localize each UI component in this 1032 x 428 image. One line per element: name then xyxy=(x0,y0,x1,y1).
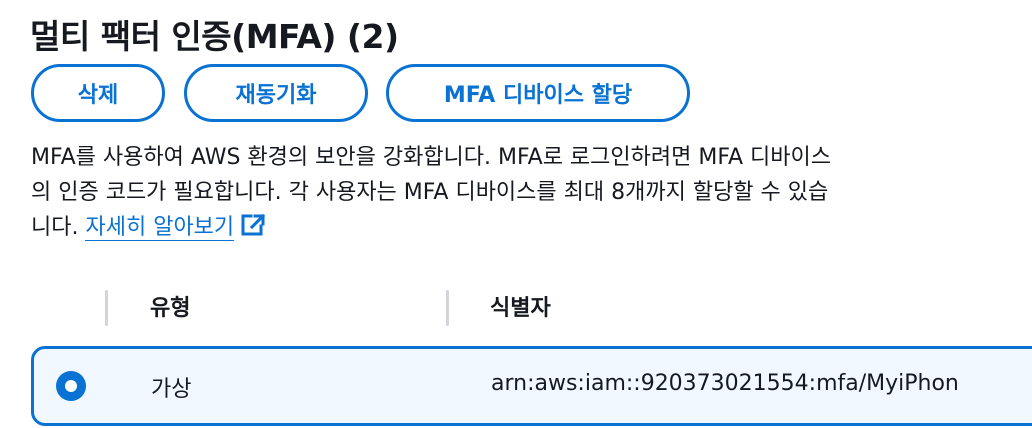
section-title: 멀티 팩터 인증(MFA) (2) xyxy=(30,17,399,56)
row-select-radio[interactable] xyxy=(56,371,86,401)
radio-selected-dot xyxy=(65,380,77,392)
delete-button[interactable]: 삭제 xyxy=(31,64,165,122)
description-line: MFA를 사용하여 AWS 환경의 보안을 강화합니다. MFA로 로그인하려면… xyxy=(31,145,831,170)
column-header-identifier[interactable]: 식별자 xyxy=(490,290,551,322)
mfa-description: MFA를 사용하여 AWS 환경의 보안을 강화합니다. MFA로 로그인하려면… xyxy=(31,140,1021,248)
resync-button[interactable]: 재동기화 xyxy=(184,64,368,122)
description-line: 의 인증 코드가 필요합니다. 각 사용자는 MFA 디바이스를 최대 8개까지… xyxy=(31,180,829,205)
column-divider[interactable] xyxy=(105,290,108,326)
mfa-type-cell: 가상 xyxy=(151,377,192,402)
learn-more-label: 자세히 알아보기 xyxy=(85,215,235,240)
external-link-icon[interactable] xyxy=(240,213,266,248)
table-row[interactable]: 가상 arn:aws:iam::920373021554:mfa/MyiPhon xyxy=(31,346,1032,426)
learn-more-link[interactable]: 자세히 알아보기 xyxy=(85,215,235,241)
assign-mfa-device-button[interactable]: MFA 디바이스 할당 xyxy=(386,64,690,122)
description-text: 니다. xyxy=(31,215,79,240)
description-line: 니다. 자세히 알아보기 xyxy=(31,210,1021,248)
column-header-type[interactable]: 유형 xyxy=(150,290,190,322)
column-divider[interactable] xyxy=(446,290,449,326)
table-header: 유형 식별자 xyxy=(0,282,1032,332)
mfa-identifier-cell: arn:aws:iam::920373021554:mfa/MyiPhon xyxy=(491,371,959,396)
